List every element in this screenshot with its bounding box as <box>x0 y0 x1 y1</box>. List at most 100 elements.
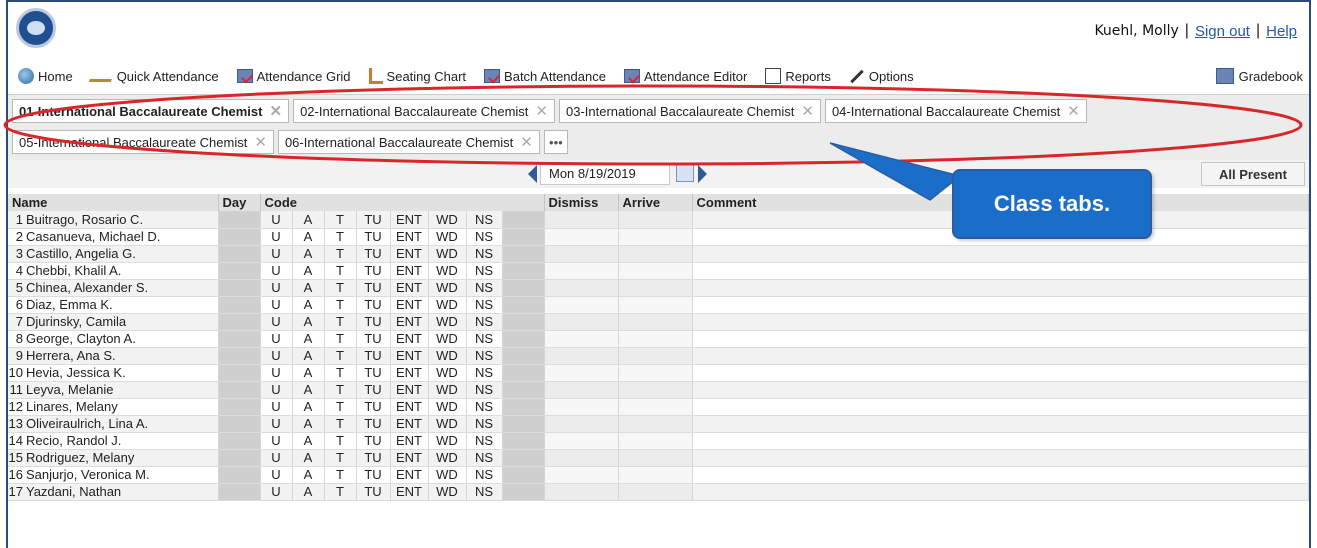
attendance-code-button[interactable]: T <box>324 296 357 314</box>
class-tab[interactable]: 04-International Baccalaureate Chemist ✕ <box>824 99 1087 123</box>
arrive-cell[interactable] <box>618 228 693 246</box>
arrive-cell[interactable] <box>618 432 693 450</box>
attendance-code-button[interactable]: T <box>324 245 357 263</box>
attendance-code-button[interactable]: WD <box>428 279 467 297</box>
attendance-code-button[interactable]: U <box>260 364 293 382</box>
attendance-code-button[interactable]: A <box>292 364 325 382</box>
dismiss-cell[interactable] <box>544 211 619 229</box>
comment-cell[interactable] <box>692 364 1309 382</box>
attendance-code-button[interactable]: U <box>260 381 293 399</box>
comment-cell[interactable] <box>692 483 1309 501</box>
attendance-code-button[interactable]: ENT <box>390 398 429 416</box>
attendance-code-button[interactable]: ENT <box>390 313 429 331</box>
attendance-code-button[interactable]: NS <box>466 466 503 484</box>
class-tab[interactable]: 03-International Baccalaureate Chemist ✕ <box>559 99 821 123</box>
attendance-code-button[interactable]: TU <box>356 313 391 331</box>
calendar-icon[interactable] <box>676 164 694 182</box>
attendance-code-button[interactable]: WD <box>428 245 467 263</box>
attendance-code-button[interactable]: ENT <box>390 262 429 280</box>
attendance-code-button[interactable]: U <box>260 466 293 484</box>
dismiss-cell[interactable] <box>544 347 619 365</box>
dismiss-cell[interactable] <box>544 449 619 467</box>
class-tab[interactable]: 02-International Baccalaureate Chemist ✕ <box>293 99 555 123</box>
dismiss-cell[interactable] <box>544 381 619 399</box>
attendance-code-button[interactable]: TU <box>356 466 391 484</box>
attendance-code-button[interactable]: ENT <box>390 466 429 484</box>
attendance-code-button[interactable]: ENT <box>390 245 429 263</box>
attendance-code-button[interactable]: ENT <box>390 415 429 433</box>
comment-cell[interactable] <box>692 296 1309 314</box>
attendance-code-button[interactable]: WD <box>428 466 467 484</box>
student-name-cell[interactable]: 5 Chinea, Alexander S. <box>8 279 219 297</box>
attendance-code-button[interactable]: T <box>324 228 357 246</box>
arrive-cell[interactable] <box>618 364 693 382</box>
attendance-code-button[interactable]: NS <box>466 483 503 501</box>
comment-cell[interactable] <box>692 262 1309 280</box>
attendance-code-button[interactable]: A <box>292 313 325 331</box>
dismiss-cell[interactable] <box>544 415 619 433</box>
student-name-cell[interactable]: 16 Sanjurjo, Veronica M. <box>8 466 219 484</box>
attendance-code-button[interactable]: U <box>260 449 293 467</box>
dismiss-cell[interactable] <box>544 262 619 280</box>
attendance-code-button[interactable]: NS <box>466 211 503 229</box>
dismiss-cell[interactable] <box>544 313 619 331</box>
attendance-code-button[interactable]: A <box>292 245 325 263</box>
attendance-code-button[interactable]: A <box>292 398 325 416</box>
arrive-cell[interactable] <box>618 466 693 484</box>
arrive-cell[interactable] <box>618 381 693 399</box>
arrive-cell[interactable] <box>618 279 693 297</box>
dismiss-cell[interactable] <box>544 398 619 416</box>
class-tab[interactable]: 05-International Baccalaureate Chemist ✕ <box>12 130 274 154</box>
attendance-code-button[interactable]: U <box>260 296 293 314</box>
toolbar-batch-attendance[interactable]: Batch Attendance <box>484 69 606 84</box>
more-tabs-button[interactable]: ••• <box>543 130 568 154</box>
attendance-code-button[interactable]: T <box>324 211 357 229</box>
attendance-code-button[interactable]: U <box>260 432 293 450</box>
attendance-code-button[interactable]: U <box>260 483 293 501</box>
attendance-code-button[interactable]: WD <box>428 211 467 229</box>
arrive-cell[interactable] <box>618 483 693 501</box>
attendance-code-button[interactable]: ENT <box>390 483 429 501</box>
class-tab[interactable]: 01-International Baccalaureate Chemist ✕ <box>12 99 290 123</box>
close-icon[interactable]: ✕ <box>1067 102 1080 120</box>
toolbar-home[interactable]: Home <box>18 68 73 84</box>
attendance-code-button[interactable]: T <box>324 466 357 484</box>
attendance-code-button[interactable]: A <box>292 347 325 365</box>
attendance-code-button[interactable]: NS <box>466 347 503 365</box>
attendance-code-button[interactable]: A <box>292 483 325 501</box>
toolbar-seating-chart[interactable]: Seating Chart <box>368 68 466 84</box>
attendance-code-button[interactable]: WD <box>428 313 467 331</box>
attendance-code-button[interactable]: ENT <box>390 228 429 246</box>
attendance-code-button[interactable]: A <box>292 228 325 246</box>
comment-cell[interactable] <box>692 398 1309 416</box>
attendance-code-button[interactable]: A <box>292 296 325 314</box>
attendance-code-button[interactable]: U <box>260 279 293 297</box>
comment-cell[interactable] <box>692 245 1309 263</box>
attendance-code-button[interactable]: TU <box>356 330 391 348</box>
attendance-code-button[interactable]: TU <box>356 398 391 416</box>
student-name-cell[interactable]: 2 Casanueva, Michael D. <box>8 228 219 246</box>
student-name-cell[interactable]: 10 Hevia, Jessica K. <box>8 364 219 382</box>
attendance-code-button[interactable]: ENT <box>390 364 429 382</box>
attendance-code-button[interactable]: T <box>324 415 357 433</box>
attendance-code-button[interactable]: ENT <box>390 279 429 297</box>
attendance-code-button[interactable]: TU <box>356 364 391 382</box>
attendance-code-button[interactable]: TU <box>356 211 391 229</box>
arrive-cell[interactable] <box>618 347 693 365</box>
attendance-code-button[interactable]: NS <box>466 228 503 246</box>
arrive-cell[interactable] <box>618 449 693 467</box>
dismiss-cell[interactable] <box>544 228 619 246</box>
attendance-code-button[interactable]: TU <box>356 381 391 399</box>
comment-cell[interactable] <box>692 381 1309 399</box>
attendance-code-button[interactable]: NS <box>466 330 503 348</box>
attendance-code-button[interactable]: TU <box>356 449 391 467</box>
attendance-code-button[interactable]: ENT <box>390 432 429 450</box>
toolbar-attendance-editor[interactable]: Attendance Editor <box>623 69 747 84</box>
arrive-cell[interactable] <box>618 245 693 263</box>
sign-out-link[interactable]: Sign out <box>1195 23 1250 40</box>
attendance-code-button[interactable]: U <box>260 330 293 348</box>
dismiss-cell[interactable] <box>544 296 619 314</box>
attendance-code-button[interactable]: U <box>260 245 293 263</box>
attendance-code-button[interactable]: WD <box>428 364 467 382</box>
attendance-code-button[interactable]: TU <box>356 415 391 433</box>
